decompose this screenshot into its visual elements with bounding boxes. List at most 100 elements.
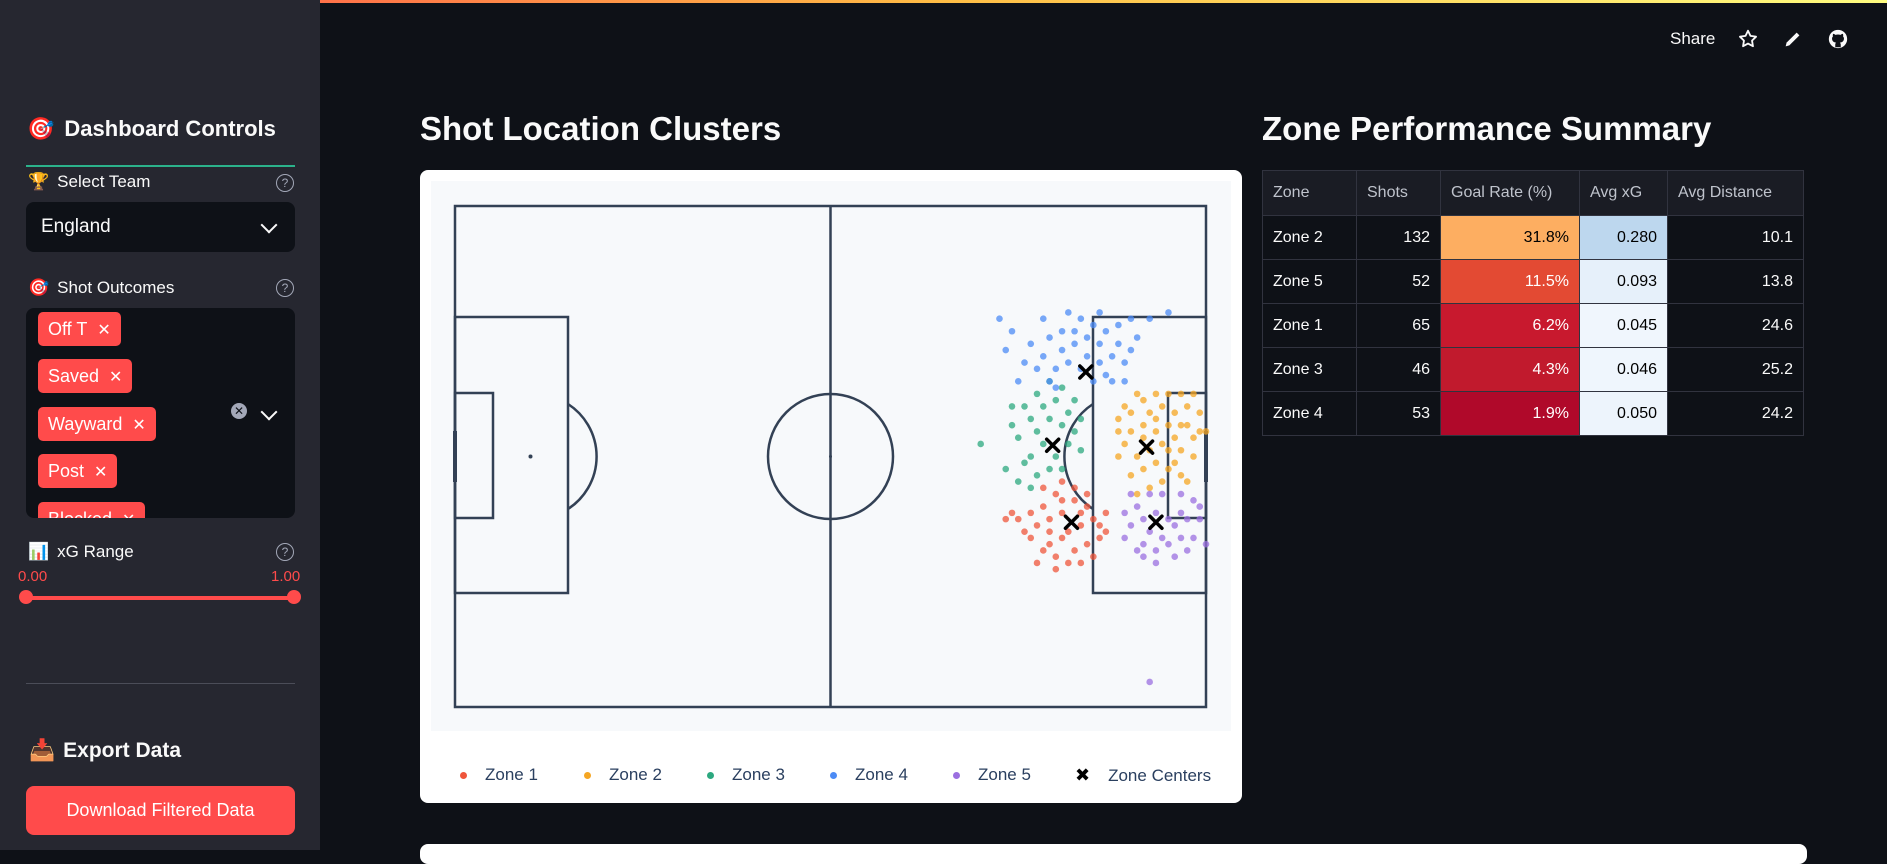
shot-point-zone-1[interactable] (1071, 497, 1078, 504)
shot-point-zone-4[interactable] (1165, 309, 1172, 316)
shot-point-zone-4[interactable] (1108, 378, 1116, 385)
shot-point-zone-1[interactable] (1033, 559, 1041, 567)
help-icon[interactable]: ? (276, 279, 294, 297)
shot-point-zone-5[interactable] (1177, 534, 1185, 542)
shot-point-zone-4[interactable] (1052, 365, 1060, 373)
shot-point-zone-2[interactable] (1190, 390, 1197, 398)
shot-point-zone-5[interactable] (1202, 540, 1210, 548)
shot-point-zone-1[interactable] (1039, 547, 1047, 554)
shot-point-zone-5[interactable] (1177, 509, 1185, 517)
shot-point-zone-2[interactable] (1152, 428, 1160, 435)
shot-point-zone-4[interactable] (1065, 359, 1072, 366)
shot-point-zone-3[interactable] (1071, 396, 1078, 404)
shot-point-zone-2[interactable] (1152, 459, 1160, 467)
shot-point-zone-3[interactable] (1058, 465, 1066, 473)
remove-tag-icon[interactable]: ✕ (122, 512, 135, 518)
pencil-icon[interactable] (1782, 28, 1804, 50)
shot-point-zone-4[interactable] (1115, 321, 1122, 329)
shot-point-zone-1[interactable] (1027, 509, 1035, 517)
legend-item[interactable]: Zone 3 (707, 765, 785, 785)
shot-point-zone-2[interactable] (1190, 434, 1197, 442)
shot-point-zone-5[interactable] (1196, 515, 1204, 523)
shot-point-zone-2[interactable] (1133, 390, 1141, 398)
shot-point-zone-5[interactable] (1183, 515, 1191, 523)
shot-point-zone-5[interactable] (1133, 547, 1141, 554)
shot-point-zone-1[interactable] (1083, 490, 1091, 498)
shot-point-zone-3[interactable] (1033, 390, 1041, 398)
shot-point-zone-2[interactable] (1202, 428, 1210, 435)
star-icon[interactable] (1737, 28, 1759, 50)
share-button[interactable]: Share (1670, 29, 1715, 49)
shot-point-zone-1[interactable] (1021, 528, 1028, 535)
shot-point-zone-4[interactable] (1083, 334, 1091, 341)
shot-scatter-chart[interactable] (431, 181, 1231, 731)
shot-point-zone-3[interactable] (1058, 421, 1066, 429)
shot-point-zone-5[interactable] (1152, 559, 1160, 567)
shot-point-zone-2[interactable] (1146, 484, 1153, 492)
shot-point-zone-1[interactable] (1033, 522, 1041, 529)
shot-point-zone-5[interactable] (1158, 534, 1166, 542)
shot-point-zone-2[interactable] (1165, 421, 1172, 429)
shot-point-zone-1[interactable] (1090, 515, 1097, 523)
shot-point-zone-4[interactable] (996, 315, 1003, 323)
shot-point-zone-3[interactable] (1021, 459, 1028, 467)
legend-item[interactable]: Zone 2 (584, 765, 662, 785)
legend-item[interactable]: Zone 4 (830, 765, 908, 785)
shot-point-zone-1[interactable] (1052, 553, 1060, 560)
shot-point-zone-4[interactable] (1108, 353, 1116, 360)
tag-off-t[interactable]: Off T ✕ (38, 312, 121, 346)
shot-point-zone-5[interactable] (1183, 547, 1191, 554)
shot-point-zone-2[interactable] (1133, 490, 1141, 498)
shot-point-zone-4[interactable] (1096, 340, 1103, 348)
shot-outcomes-multiselect[interactable]: Off T ✕ Saved ✕ Wayward ✕ Post ✕ Blocked ✕ ✕ (26, 308, 295, 518)
legend-item[interactable]: Zone 5 (953, 765, 1031, 785)
shot-point-zone-4[interactable] (1096, 309, 1103, 316)
slider-min-handle[interactable] (19, 590, 33, 604)
shot-point-zone-1[interactable] (1071, 547, 1078, 554)
shot-point-zone-3[interactable] (1039, 403, 1047, 410)
shot-point-zone-2[interactable] (1115, 453, 1122, 460)
shot-point-zone-4[interactable] (1039, 353, 1047, 360)
shot-point-zone-3[interactable] (1052, 453, 1060, 460)
shot-point-zone-2[interactable] (1165, 465, 1172, 473)
shot-point-zone-3[interactable] (1033, 471, 1041, 479)
shot-point-zone-3[interactable] (1039, 440, 1047, 448)
shot-point-zone-1[interactable] (1058, 534, 1066, 542)
shot-point-zone-5[interactable] (1171, 522, 1179, 529)
shot-point-zone-4[interactable] (1058, 346, 1066, 354)
shot-point-zone-4[interactable] (1065, 309, 1072, 316)
shot-point-zone-3[interactable] (1077, 446, 1085, 454)
shot-point-zone-2[interactable] (1171, 459, 1179, 467)
remove-tag-icon[interactable]: ✕ (132, 417, 145, 434)
shot-point-zone-2[interactable] (1165, 446, 1172, 454)
column-header[interactable]: Zone (1262, 170, 1357, 216)
shot-point-zone-2[interactable] (1196, 409, 1204, 416)
shot-point-zone-2[interactable] (1127, 428, 1135, 435)
shot-point-zone-4[interactable] (1096, 359, 1103, 366)
shot-point-zone-5[interactable] (1152, 547, 1160, 554)
shot-point-zone-3[interactable] (1065, 440, 1072, 448)
column-header[interactable]: Avg xG (1579, 170, 1668, 216)
shot-point-zone-2[interactable] (1158, 440, 1166, 448)
shot-point-zone-1[interactable] (1046, 540, 1053, 548)
shot-point-zone-2[interactable] (1171, 434, 1179, 442)
shot-point-zone-1[interactable] (1002, 515, 1010, 523)
shot-point-zone-3[interactable] (1014, 478, 1022, 485)
shot-point-zone-3[interactable] (1008, 403, 1016, 410)
shot-point-zone-3[interactable] (1033, 428, 1041, 435)
shot-point-zone-4[interactable] (1033, 365, 1041, 373)
shot-point-zone-3[interactable] (1027, 484, 1035, 492)
legend-item[interactable]: ✖ Zone Centers (1075, 765, 1211, 786)
shot-point-zone-1[interactable] (1039, 503, 1047, 510)
shot-point-zone-3[interactable] (1027, 453, 1035, 460)
tag-wayward[interactable]: Wayward ✕ (38, 407, 156, 441)
shot-point-zone-1[interactable] (1027, 534, 1035, 542)
shot-point-zone-4[interactable] (1077, 315, 1085, 323)
shot-point-zone-5[interactable] (1165, 540, 1172, 548)
shot-point-zone-2[interactable] (1127, 471, 1135, 479)
table-row[interactable]: Zone 4 53 1.9% 0.050 24.2 (1262, 391, 1804, 436)
shot-point-zone-5[interactable] (1158, 490, 1166, 498)
shot-point-zone-4[interactable] (1090, 321, 1097, 329)
shot-point-zone-1[interactable] (1083, 540, 1091, 548)
shot-point-zone-1[interactable] (1058, 497, 1066, 504)
